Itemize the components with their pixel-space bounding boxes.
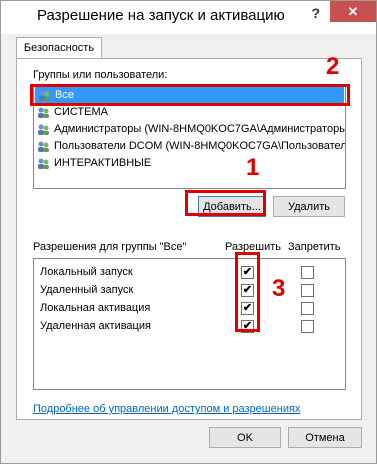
tab-security[interactable]: Безопасность [16,37,102,58]
annotation-number-3: 3 [272,275,286,302]
ok-button[interactable]: OK [209,427,281,448]
permission-label: Локальный запуск [40,266,133,278]
close-button[interactable]: ✕ [330,1,376,22]
permission-dialog: Разрешение на запуск и активацию ? ✕ Без… [0,0,377,464]
cancel-button[interactable]: Отмена [288,427,362,448]
deny-checkbox[interactable] [301,302,314,315]
deny-checkbox[interactable] [301,320,314,333]
list-item-interactive[interactable]: ИНТЕРАКТИВНЫЕ [34,155,345,172]
highlight-add-button [185,190,266,216]
deny-header: Запретить [288,241,341,253]
permission-row-remote-activation: Удаленная активация ✔ [34,317,345,335]
help-button[interactable]: ? [311,5,320,21]
list-item-label: Пользователи DCOM (WIN-8HMQ0KOC7GA\Польз… [54,140,345,152]
permission-row-local-activation: Локальная активация ✔ [34,299,345,317]
title-bar: Разрешение на запуск и активацию ? ✕ [1,1,376,34]
permission-row-local-launch: Локальный запуск ✔ [34,263,345,281]
list-item-label: ИНТЕРАКТИВНЫЕ [54,157,152,169]
security-tab-panel: Группы или пользователи: Все СИСТЕМА Адм… [16,58,362,420]
annotation-number-2: 2 [326,53,340,80]
list-item-label: СИСТЕМА [54,106,108,118]
list-item-dcom-users[interactable]: Пользователи DCOM (WIN-8HMQ0KOC7GA\Польз… [34,138,345,155]
users-icon [38,124,49,135]
groups-label: Группы или пользователи: [33,69,168,81]
users-icon [38,158,49,169]
permissions-table: Локальный запуск ✔ Удаленный запуск ✔ Ло… [33,258,346,390]
remove-button[interactable]: Удалить [273,196,345,217]
list-item-system[interactable]: СИСТЕМА [34,104,345,121]
access-control-help-link[interactable]: Подробнее об управлении доступом и разре… [33,403,300,415]
highlight-allow-checkboxes [235,252,260,332]
permission-label: Удаленная активация [40,320,151,332]
list-item-label: Администраторы (WIN-8HMQ0KOC7GA\Админист… [54,123,345,135]
deny-checkbox[interactable] [301,266,314,279]
list-item-administrators[interactable]: Администраторы (WIN-8HMQ0KOC7GA\Админист… [34,121,345,138]
permission-row-remote-launch: Удаленный запуск ✔ [34,281,345,299]
permission-label: Локальная активация [40,302,151,314]
highlight-everyone [30,84,350,106]
annotation-number-1: 1 [246,154,260,181]
permissions-label: Разрешения для группы "Все" [33,241,187,253]
deny-checkbox[interactable] [301,284,314,297]
permission-label: Удаленный запуск [40,284,134,296]
users-icon [38,107,49,118]
users-icon [38,141,49,152]
window-title: Разрешение на запуск и активацию [37,7,285,24]
